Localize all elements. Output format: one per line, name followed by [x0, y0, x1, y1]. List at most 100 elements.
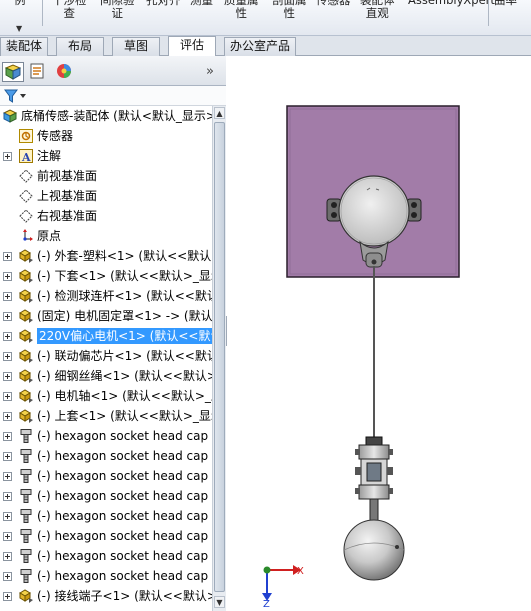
- expand-toggle-icon[interactable]: [3, 372, 12, 381]
- expand-toggle-icon[interactable]: [3, 412, 12, 421]
- part-icon: [18, 388, 34, 404]
- part-icon: [18, 408, 34, 424]
- ribbon-button-2[interactable]: 间隙验证: [100, 0, 135, 20]
- tree-item-label: (-) hexagon socket head cap: [37, 529, 209, 543]
- command-ribbon: 例 干涉检查间隙验证 孔对齐 测量 质量属性剖面属性 传感器 装配体 直观 AssemblyXp…: [0, 0, 531, 36]
- tree-item[interactable]: (-) hexagon socket head cap: [0, 526, 212, 546]
- tree-item[interactable]: (-) 外套-塑料<1> (默认<<默认: [0, 246, 212, 266]
- tree-item[interactable]: (-) 上套<1> (默认<<默认>_显示: [0, 406, 212, 426]
- expand-toggle-icon[interactable]: [3, 272, 12, 281]
- screw-icon: [18, 528, 34, 544]
- feature-manager-tab[interactable]: [2, 62, 24, 82]
- tree-filter-row: [0, 86, 226, 106]
- ribbon-button-8[interactable]: 装配体 直观: [360, 0, 395, 20]
- part-icon: [18, 248, 34, 264]
- ribbon-button-0[interactable]: 例: [14, 0, 26, 7]
- expand-toggle-icon[interactable]: [3, 552, 12, 561]
- part-icon: [18, 368, 34, 384]
- tree-item-label: (-) 下套<1> (默认<<默认>_显示: [37, 269, 212, 283]
- filter-icon[interactable]: [4, 88, 26, 107]
- tab-sketch[interactable]: 草图: [112, 37, 160, 56]
- tree-item[interactable]: (-) 接线端子<1> (默认<<默认>: [0, 586, 212, 606]
- expand-toggle-icon[interactable]: [3, 392, 12, 401]
- ribbon-button-9[interactable]: AssemblyXpert: [408, 0, 495, 7]
- expand-toggle-icon[interactable]: [3, 292, 12, 301]
- tree-item[interactable]: (-) hexagon socket head cap: [0, 486, 212, 506]
- tree-item[interactable]: 220V偏心电机<1> (默认<<默认: [0, 326, 212, 346]
- ribbon-button-label-line2: 性: [283, 6, 296, 20]
- part-icon: [18, 268, 34, 284]
- tree-item[interactable]: 原点: [0, 226, 212, 246]
- tab-assembly[interactable]: 装配体: [0, 37, 48, 56]
- tree-item[interactable]: (-) hexagon socket head cap: [0, 506, 212, 526]
- tree-item-label: (-) 上套<1> (默认<<默认>_显示: [37, 409, 212, 423]
- feature-tree: 底桶传感-装配体 (默认<默认_显示> 传感器 A 注解 前视基准面 上视基准面右视基准面…: [0, 106, 212, 611]
- tree-item[interactable]: (-) 细钢丝绳<1> (默认<<默认>: [0, 366, 212, 386]
- property-manager-tab[interactable]: [28, 62, 50, 82]
- tree-item[interactable]: 底桶传感-装配体 (默认<默认_显示>: [0, 106, 212, 126]
- expand-toggle-icon[interactable]: [3, 432, 12, 441]
- ribbon-button-label-line2: 证: [111, 6, 124, 20]
- plane-icon: [18, 188, 34, 204]
- tree-item[interactable]: A 注解: [0, 146, 212, 166]
- tree-item[interactable]: (-) hexagon socket head cap: [0, 466, 212, 486]
- tab-evaluate[interactable]: 评估: [168, 36, 216, 57]
- ribbon-button-10[interactable]: 曲率: [494, 0, 517, 7]
- tree-item[interactable]: (-) 下套<1> (默认<<默认>_显示: [0, 266, 212, 286]
- ribbon-button-6[interactable]: 剖面属性: [272, 0, 307, 20]
- part-icon: [18, 588, 34, 604]
- expand-toggle-icon[interactable]: [3, 512, 12, 521]
- plane-icon: [18, 208, 34, 224]
- expand-toggle-icon[interactable]: [3, 452, 12, 461]
- float-ball[interactable]: [343, 519, 405, 581]
- ribbon-button-4[interactable]: 测量: [190, 0, 213, 7]
- tree-item[interactable]: 前视基准面: [0, 166, 212, 186]
- ribbon-button-7[interactable]: 传感器: [316, 0, 351, 7]
- ribbon-dropdown-arrow[interactable]: ▼: [16, 24, 22, 33]
- tree-item[interactable]: (-) 电机轴<1> (默认<<默认>_显: [0, 386, 212, 406]
- expand-toggle-icon[interactable]: [3, 572, 12, 581]
- tree-item[interactable]: (-) hexagon socket head cap: [0, 546, 212, 566]
- tree-item[interactable]: (-) 联动偏芯片<1> (默认<<默认: [0, 346, 212, 366]
- expand-toggle-icon[interactable]: [3, 592, 12, 601]
- ribbon-separator: [488, 0, 489, 26]
- tab-layout[interactable]: 布局: [56, 37, 104, 56]
- tree-item[interactable]: (固定) 电机固定罩<1> -> (默认: [0, 306, 212, 326]
- scrollbar-thumb[interactable]: [214, 122, 225, 592]
- tree-item[interactable]: (-) hexagon socket head cap: [0, 446, 212, 466]
- expand-toggle-icon[interactable]: [3, 532, 12, 541]
- origin-icon: [18, 228, 34, 244]
- tree-item-label: 右视基准面: [37, 209, 98, 223]
- tree-item[interactable]: 传感器: [0, 126, 212, 146]
- panel-tab-strip: »: [0, 56, 226, 86]
- scroll-up-arrow-icon[interactable]: ▲: [214, 107, 225, 119]
- tree-item[interactable]: 上视基准面: [0, 186, 212, 206]
- expand-toggle-icon[interactable]: [3, 492, 12, 501]
- tree-item-label: (-) 电机轴<1> (默认<<默认>_显: [37, 389, 212, 403]
- annotation-icon: A: [18, 148, 34, 164]
- tree-item[interactable]: (-) hexagon socket head cap: [0, 426, 212, 446]
- tab-office-products[interactable]: 办公室产品: [224, 37, 296, 56]
- tree-item-label: (-) 检测球连杆<1> (默认<<默认: [37, 289, 212, 303]
- tree-item-label: (固定) 电机固定罩<1> -> (默认: [37, 309, 212, 323]
- more-tabs-chevron-icon[interactable]: »: [206, 64, 214, 79]
- model-view[interactable]: X Z: [227, 56, 531, 611]
- ribbon-button-3[interactable]: 孔对齐: [146, 0, 181, 7]
- graphics-viewport[interactable]: X Z: [227, 56, 531, 611]
- tree-item[interactable]: (-) hexagon socket head cap: [0, 566, 212, 586]
- ribbon-button-5[interactable]: 质量属性: [224, 0, 259, 20]
- detection-rod-assembly[interactable]: [355, 436, 393, 522]
- expand-toggle-icon[interactable]: [3, 312, 12, 321]
- display-manager-tab[interactable]: [54, 62, 76, 82]
- tree-item[interactable]: 右视基准面: [0, 206, 212, 226]
- expand-toggle-icon[interactable]: [3, 352, 12, 361]
- expand-toggle-icon[interactable]: [3, 252, 12, 261]
- expand-toggle-icon[interactable]: [3, 332, 12, 341]
- sensor-icon: [18, 128, 34, 144]
- tree-vertical-scrollbar[interactable]: ▲ ▼: [212, 106, 226, 611]
- tree-item[interactable]: (-) 检测球连杆<1> (默认<<默认: [0, 286, 212, 306]
- ribbon-button-1[interactable]: 干涉检查: [52, 0, 87, 20]
- scroll-down-arrow-icon[interactable]: ▼: [214, 596, 225, 608]
- expand-toggle-icon[interactable]: [3, 472, 12, 481]
- expand-toggle-icon[interactable]: [3, 152, 12, 161]
